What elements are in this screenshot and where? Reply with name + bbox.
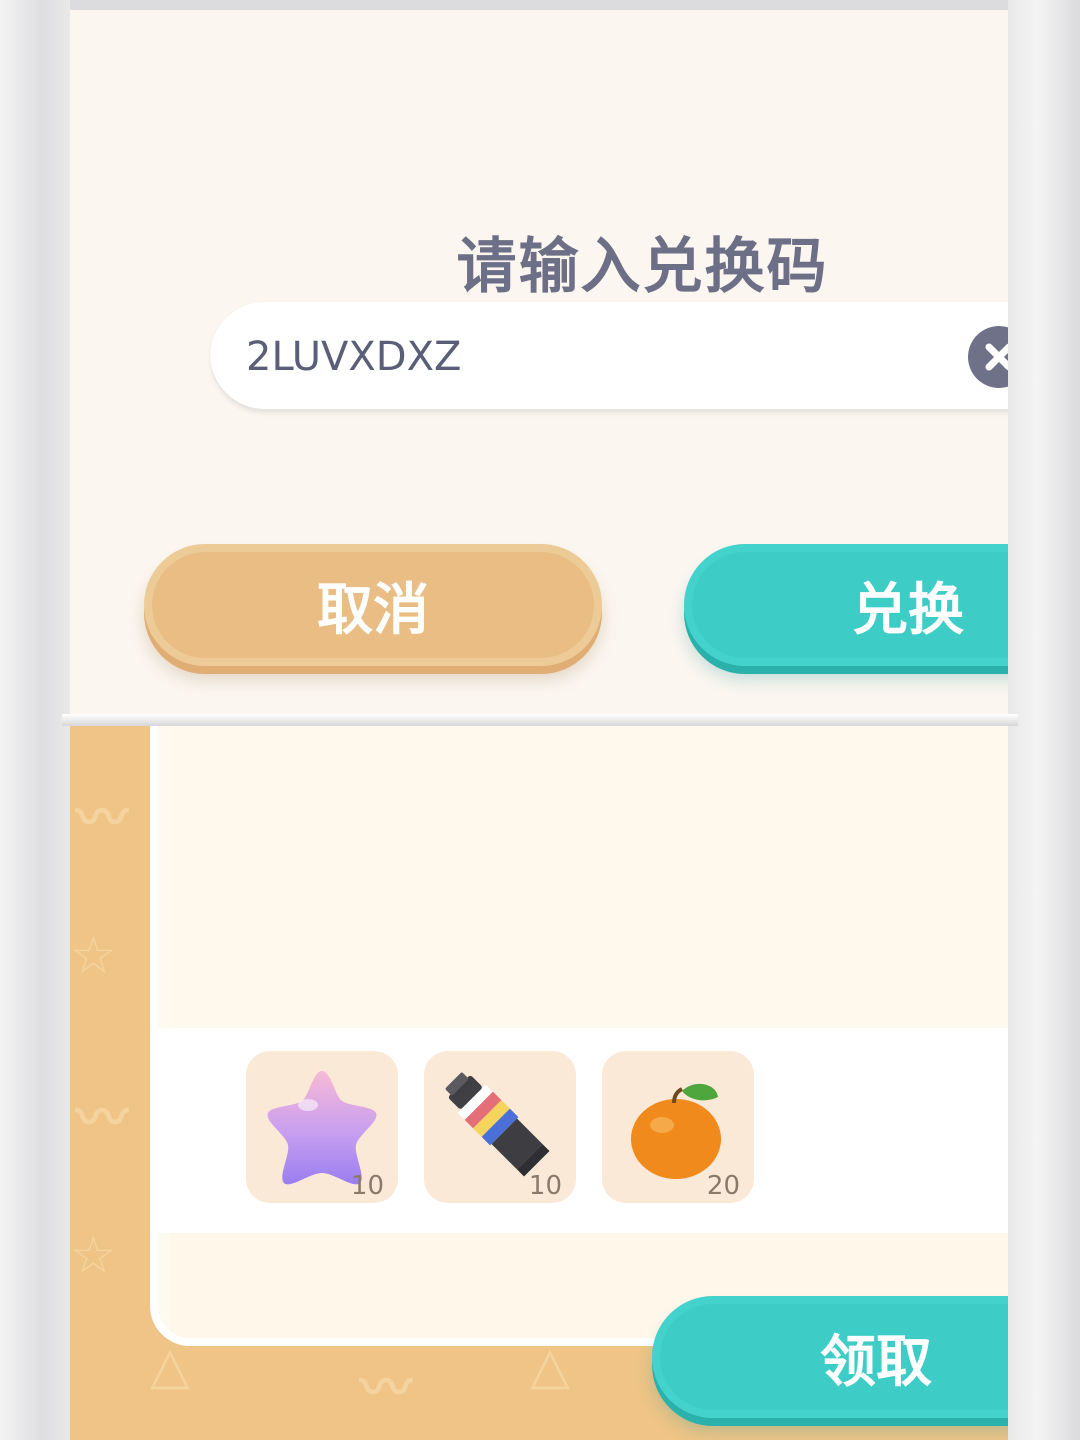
reward-item[interactable]: 10 — [424, 1051, 576, 1203]
right-bezel — [1008, 0, 1080, 1440]
cancel-button-label: 取消 — [317, 577, 429, 643]
decor-wave-icon: 〰 — [76, 789, 129, 849]
decor-wave-icon: 〰 — [360, 1359, 413, 1419]
top-strip — [70, 0, 1008, 10]
reward-card-header-area — [170, 726, 1008, 1028]
screen: 请输入兑换码 2LUVXDXZ 取消 兑换 〰 ☆ 〰 ☆ △ 〰 △ 10 1… — [0, 0, 1080, 1440]
reward-item[interactable]: 20 — [602, 1051, 754, 1203]
decor-star-icon: ☆ — [70, 1226, 117, 1286]
cancel-button[interactable]: 取消 — [144, 544, 602, 666]
decor-star-icon: ☆ — [70, 926, 117, 986]
reward-card: 10 10 20 — [150, 726, 1008, 1346]
redeem-code-value: 2LUVXDXZ — [246, 334, 462, 380]
redeem-button-label: 兑换 — [852, 577, 964, 643]
reward-item-count: 10 — [350, 1171, 384, 1201]
redeem-code-dialog: 请输入兑换码 2LUVXDXZ 取消 兑换 — [70, 10, 1008, 714]
reward-item[interactable]: 10 — [246, 1051, 398, 1203]
dialog-divider — [62, 714, 1018, 726]
reward-panel: 〰 ☆ 〰 ☆ △ 〰 △ 10 10 20 领取 — [70, 726, 1008, 1440]
claim-button-label: 领取 — [820, 1329, 932, 1395]
claim-button[interactable]: 领取 — [652, 1296, 1008, 1418]
reward-item-count: 20 — [706, 1171, 740, 1201]
left-bezel — [0, 0, 70, 1440]
decor-wave-icon: 〰 — [76, 1089, 129, 1149]
redeem-code-input[interactable]: 2LUVXDXZ — [210, 302, 1008, 412]
reward-item-count: 10 — [528, 1171, 562, 1201]
close-icon — [985, 343, 1008, 371]
redeem-button[interactable]: 兑换 — [684, 544, 1008, 666]
dialog-title: 请输入兑换码 — [456, 232, 829, 302]
